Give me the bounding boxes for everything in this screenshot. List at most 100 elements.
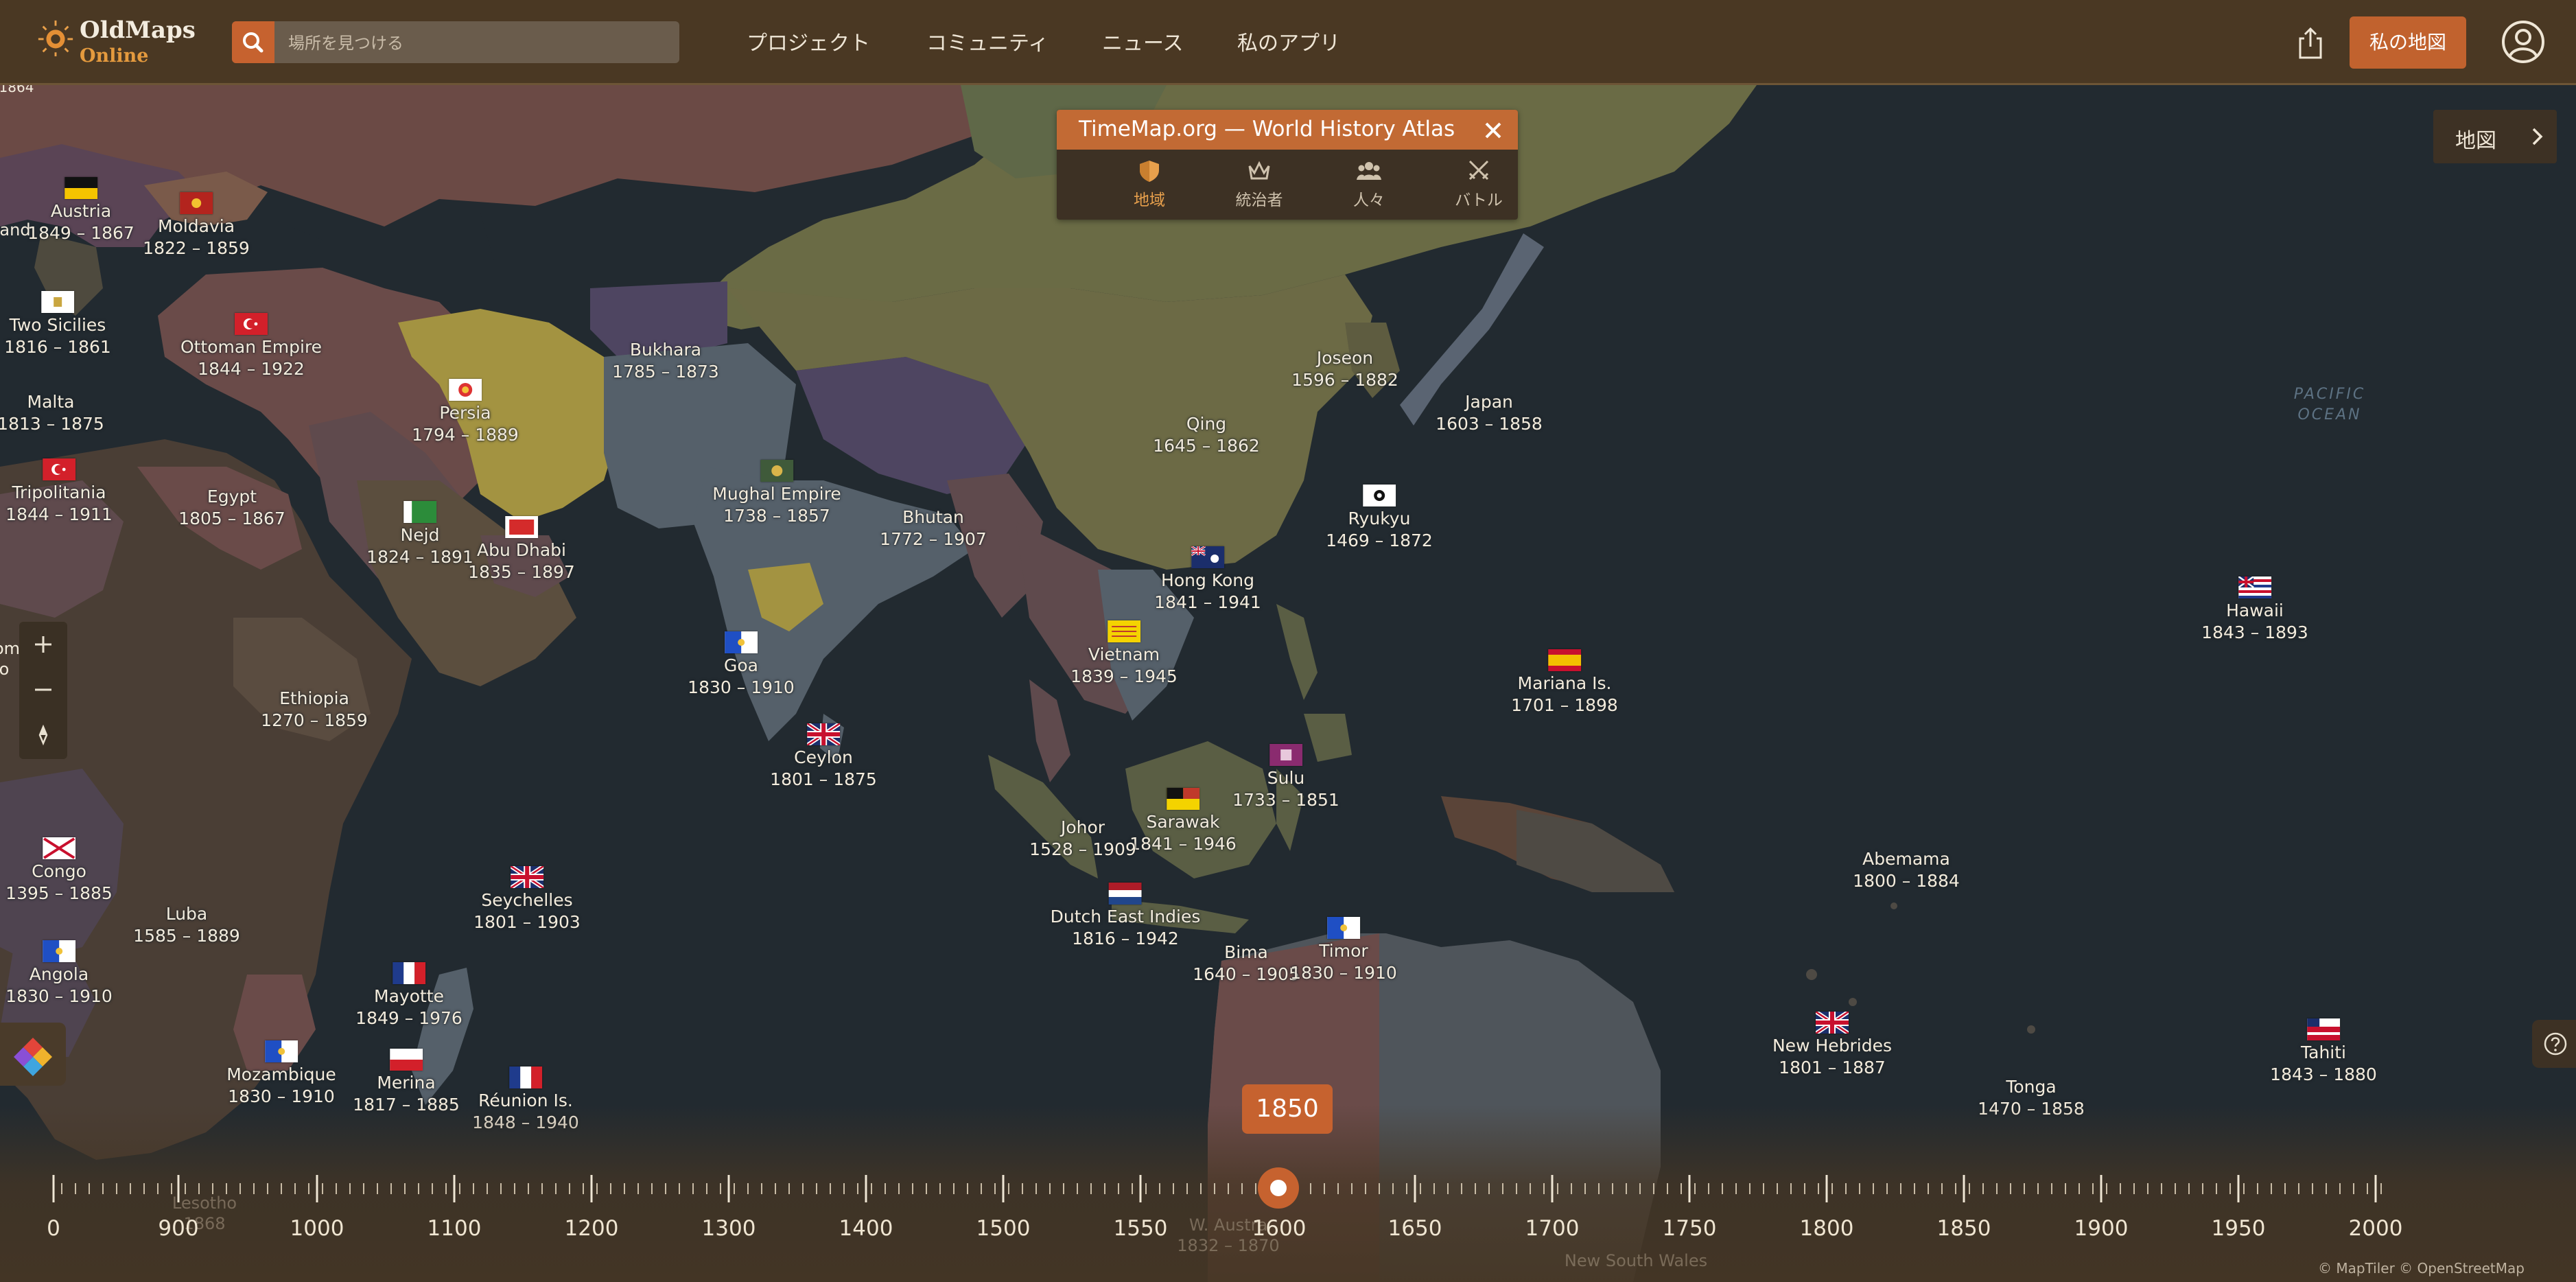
place-name: Johor	[1060, 817, 1105, 837]
timeline-year-label[interactable]: 1800	[1800, 1216, 1854, 1241]
timeline-year-label[interactable]: 1500	[976, 1216, 1031, 1241]
tab-people-label: 人々	[1353, 191, 1385, 209]
place-label[interactable]: Tripolitania 1844 – 1911	[5, 458, 113, 526]
place-label[interactable]: Hong Kong 1841 – 1941	[1154, 546, 1261, 614]
place-label[interactable]: Abemama 1800 – 1884	[1853, 848, 1960, 892]
place-label[interactable]: Angola 1830 – 1910	[5, 940, 113, 1007]
place-years: 1816 – 1942	[1072, 929, 1179, 948]
zoom-out-button[interactable]	[19, 668, 67, 712]
place-years: 1640 – 1905	[1193, 964, 1300, 984]
nav-community[interactable]: コミュニティ	[926, 26, 1049, 56]
place-label[interactable]: Goa 1830 – 1910	[688, 631, 795, 699]
timeline-year-label[interactable]: 1400	[839, 1216, 893, 1241]
place-label[interactable]: Bima 1640 – 1905	[1193, 942, 1300, 986]
timeline-year-label[interactable]: 1900	[2074, 1216, 2129, 1241]
my-maps-button[interactable]: 私の地図	[2350, 16, 2466, 69]
help-button[interactable]	[2532, 1020, 2576, 1068]
close-button[interactable]	[1481, 118, 1506, 143]
tab-battles[interactable]: バトル	[1434, 159, 1523, 210]
people-icon	[1357, 162, 1381, 180]
place-name: Two Sicilies	[9, 315, 106, 335]
place-label[interactable]: Ryukyu 1469 – 1872	[1326, 485, 1433, 552]
place-label[interactable]: Egypt 1805 – 1867	[178, 486, 285, 530]
zoom-in-button[interactable]	[19, 623, 67, 667]
reset-north-button[interactable]	[19, 714, 67, 758]
search-input[interactable]	[287, 21, 674, 65]
place-label[interactable]: Mayotte 1849 – 1976	[355, 962, 462, 1029]
map-attribution[interactable]: © MapTiler © OpenStreetMap	[2318, 1260, 2525, 1277]
place-label[interactable]: Joseon 1596 – 1882	[1291, 347, 1398, 391]
timeline-year-label[interactable]: 1850	[1937, 1216, 1991, 1241]
user-icon	[2502, 21, 2544, 63]
nav-news[interactable]: ニュース	[1102, 26, 1184, 56]
place-label[interactable]: Ottoman Empire 1844 – 1922	[180, 313, 322, 380]
place-name: Bukhara	[629, 340, 702, 360]
place-name: Moldavia	[157, 216, 235, 236]
place-label[interactable]: Vietnam 1839 – 1945	[1070, 620, 1178, 688]
profile-button[interactable]	[2501, 19, 2546, 65]
place-label[interactable]: Dutch East Indies 1816 – 1942	[1051, 883, 1200, 950]
timeline-year-label[interactable]: 2000	[2349, 1216, 2403, 1241]
place-years: 1816 – 1861	[4, 337, 111, 357]
timeline-year-label[interactable]: 1100	[428, 1216, 482, 1241]
place-label[interactable]: Mozambique 1830 – 1910	[226, 1040, 336, 1108]
place-label[interactable]: Malta 1813 – 1875	[0, 391, 104, 435]
place-name: Luba	[165, 904, 208, 924]
place-label[interactable]: Hawaii 1843 – 1893	[2201, 576, 2308, 644]
timeline-year-label[interactable]: 1750	[1663, 1216, 1717, 1241]
tab-rulers[interactable]: 統治者	[1215, 159, 1304, 210]
apps-button[interactable]	[0, 1023, 66, 1086]
place-label[interactable]: Moldavia 1822 – 1859	[143, 192, 250, 259]
place-name: Abu Dhabi	[476, 540, 566, 560]
timeline-year-label[interactable]: 1300	[702, 1216, 756, 1241]
timeline-handle[interactable]	[1256, 1166, 1300, 1210]
timeline-year-label[interactable]: 1950	[2212, 1216, 2266, 1241]
timeline-year-label[interactable]: 0	[47, 1216, 60, 1241]
timeline-year-label[interactable]: 1650	[1388, 1216, 1442, 1241]
place-label[interactable]: Congo 1395 – 1885	[5, 837, 113, 905]
nav-projects[interactable]: プロジェクト	[747, 26, 870, 56]
pacific-ocean-label: PACIFIC OCEAN	[2292, 384, 2367, 426]
place-label[interactable]: Qing 1645 – 1862	[1153, 413, 1260, 457]
place-label[interactable]: Ceylon 1801 – 1875	[770, 723, 877, 791]
timeline-year-label[interactable]: 1550	[1114, 1216, 1168, 1241]
place-label[interactable]: Timor 1830 – 1910	[1290, 917, 1397, 984]
place-label[interactable]: Johor 1528 – 1909	[1029, 817, 1136, 861]
tab-people[interactable]: 人々	[1324, 159, 1414, 210]
place-label[interactable]: Mughal Empire 1738 – 1857	[712, 460, 841, 527]
place-label[interactable]: Sarawak 1841 – 1946	[1129, 788, 1237, 855]
logo-wordmark-top: OldMaps	[80, 16, 196, 44]
place-years: 1801 – 1887	[1779, 1058, 1886, 1077]
place-label[interactable]: New Hebrides 1801 – 1887	[1772, 1012, 1892, 1079]
place-label[interactable]: Bhutan 1772 – 1907	[880, 506, 987, 550]
place-name: Tonga	[2006, 1077, 2057, 1097]
place-label[interactable]: Sulu 1733 – 1851	[1232, 744, 1339, 811]
place-label[interactable]: Mariana Is. 1701 – 1898	[1511, 649, 1618, 716]
place-years: 1794 – 1889	[412, 425, 519, 445]
place-label[interactable]: Two Sicilies 1816 – 1861	[4, 291, 111, 358]
search-button[interactable]	[232, 21, 274, 63]
nav-my-apps[interactable]: 私のアプリ	[1237, 26, 1340, 56]
share-button[interactable]	[2293, 23, 2328, 62]
place-label[interactable]: Japan 1603 – 1858	[1436, 391, 1543, 435]
timeline-year-label[interactable]: 1200	[565, 1216, 619, 1241]
map-layer-button[interactable]: 地図	[2433, 110, 2557, 163]
timeline-year-label[interactable]: 900	[158, 1216, 198, 1241]
oldmaps-logo[interactable]: OldMaps Online	[36, 15, 196, 70]
tab-regions[interactable]: 地域	[1105, 159, 1194, 210]
place-label[interactable]: Bukhara 1785 – 1873	[612, 339, 719, 383]
place-label[interactable]: Luba 1585 – 1889	[133, 903, 240, 947]
place-label[interactable]: Abu Dhabi 1835 – 1897	[468, 516, 575, 583]
place-label[interactable]: Nejd 1824 – 1891	[366, 501, 473, 568]
timeline-year-label[interactable]: 1600	[1252, 1216, 1307, 1241]
place-label[interactable]: Seychelles 1801 – 1903	[473, 866, 581, 933]
place-label[interactable]: Persia 1794 – 1889	[412, 379, 519, 446]
clipped-label-west-b: om	[0, 639, 21, 658]
place-label[interactable]: Tahiti 1843 – 1880	[2270, 1018, 2377, 1086]
timeline-year-label[interactable]: 1000	[290, 1216, 344, 1241]
place-label[interactable]: Ethiopia 1270 – 1859	[261, 688, 368, 732]
place-years: 1841 – 1946	[1129, 834, 1237, 854]
timeline-year-label[interactable]: 1700	[1525, 1216, 1580, 1241]
place-label[interactable]: Austria 1849 – 1867	[27, 177, 134, 244]
shield-icon	[1140, 161, 1159, 182]
